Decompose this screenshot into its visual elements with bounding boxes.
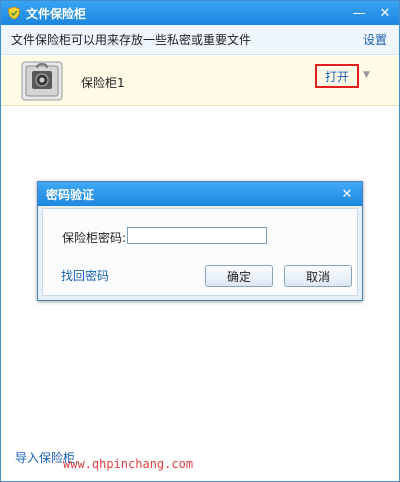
- close-icon[interactable]: ✕: [377, 5, 393, 21]
- vault-name: 保险柜1: [81, 76, 125, 90]
- password-label: 保险柜密码:: [62, 231, 127, 245]
- recover-password-link[interactable]: 找回密码: [61, 267, 109, 284]
- watermark: www.qhpinchang.com: [63, 457, 194, 471]
- close-icon[interactable]: ✕: [338, 185, 356, 203]
- vault-list-item[interactable]: 保险柜1 打开 ▼: [1, 56, 399, 106]
- minimize-icon[interactable]: —: [351, 5, 367, 21]
- chevron-down-icon[interactable]: ▼: [363, 70, 377, 82]
- header-bar: 文件保险柜可以用来存放一些私密或重要文件 设置: [1, 25, 399, 55]
- window-title: 文件保险柜: [26, 6, 87, 21]
- title-bar[interactable]: 文件保险柜 — ✕: [1, 1, 399, 25]
- dialog-title-bar[interactable]: 密码验证 ✕: [38, 182, 362, 206]
- safe-icon: [21, 61, 63, 101]
- settings-link[interactable]: 设置: [363, 31, 387, 48]
- cancel-button[interactable]: 取消: [284, 265, 352, 287]
- password-input[interactable]: [127, 227, 267, 244]
- dialog-title: 密码验证: [46, 187, 95, 202]
- shield-icon: [8, 6, 20, 20]
- ok-button[interactable]: 确定: [205, 265, 273, 287]
- open-button[interactable]: 打开: [315, 64, 359, 88]
- password-dialog: 密码验证 ✕ 保险柜密码: 找回密码 确定 取消: [37, 181, 363, 301]
- description-text: 文件保险柜可以用来存放一些私密或重要文件: [11, 33, 252, 47]
- dialog-body: 保险柜密码: 找回密码 确定 取消: [42, 208, 358, 296]
